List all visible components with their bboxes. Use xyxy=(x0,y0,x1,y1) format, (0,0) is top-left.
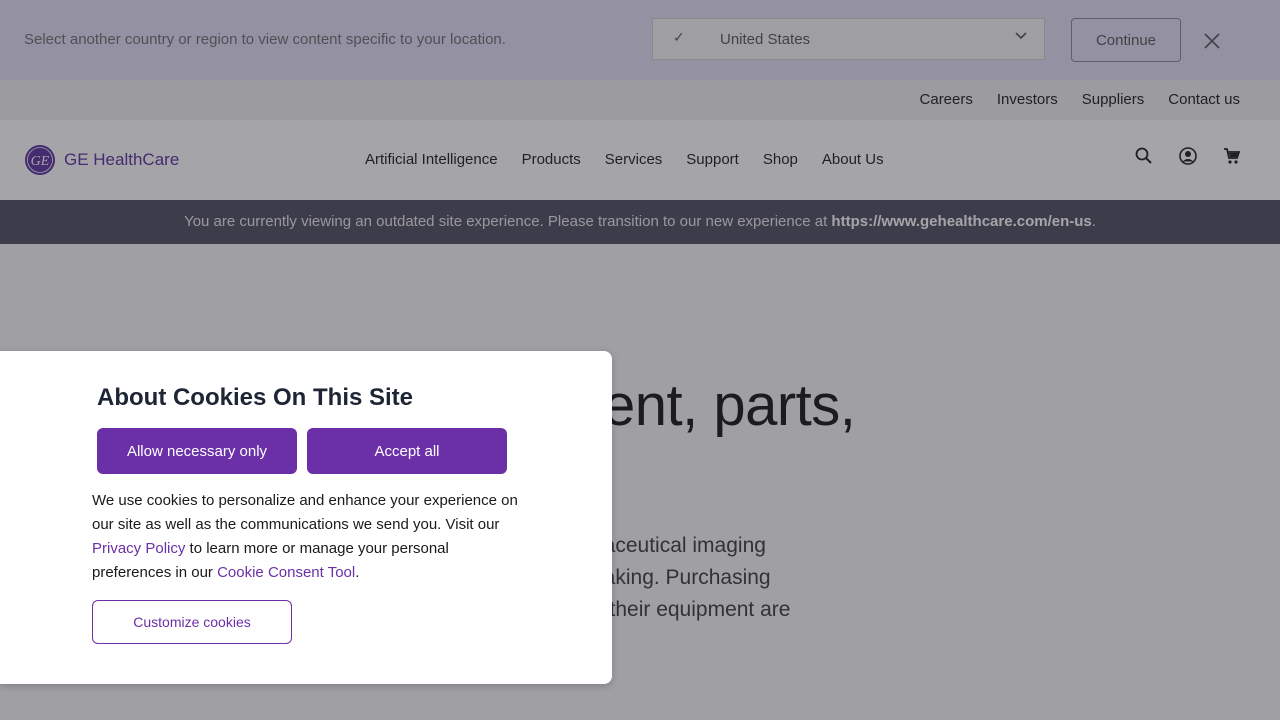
allow-necessary-button[interactable]: Allow necessary only xyxy=(97,428,297,474)
page: Select another country or region to view… xyxy=(0,0,1280,720)
cookie-consent-dialog: About Cookies On This Site Allow necessa… xyxy=(0,351,612,684)
privacy-policy-link[interactable]: Privacy Policy xyxy=(92,540,185,557)
cookie-dialog-title: About Cookies On This Site xyxy=(97,384,414,411)
cookie-consent-tool-link[interactable]: Cookie Consent Tool xyxy=(217,564,355,581)
accept-all-button[interactable]: Accept all xyxy=(307,428,507,474)
customize-cookies-button[interactable]: Customize cookies xyxy=(92,600,292,644)
cookie-description: We use cookies to personalize and enhanc… xyxy=(92,492,518,581)
